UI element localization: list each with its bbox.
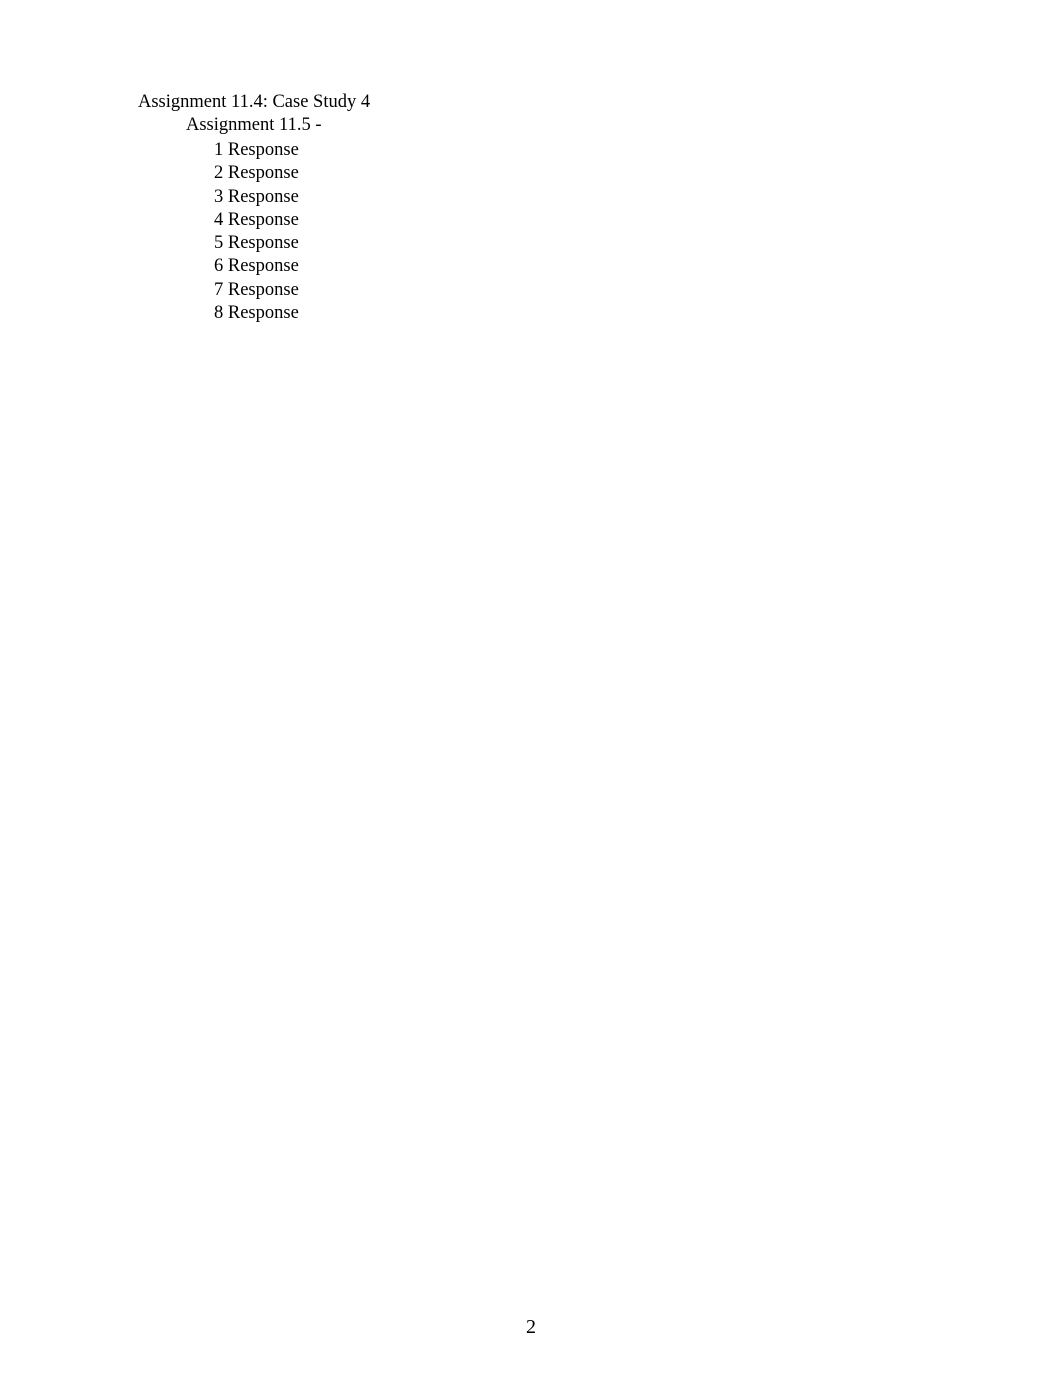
response-list: 1 Response 2 Response 3 Response 4 Respo…	[214, 139, 299, 325]
list-item: 8 Response	[214, 303, 299, 324]
page-number: 2	[526, 1316, 536, 1338]
outline-heading-case-study: Assignment 11.4: Case Study 4	[138, 92, 371, 112]
outline-subheading-assignment: Assignment 11.5 -	[186, 115, 322, 135]
list-item: 5 Response	[214, 233, 299, 254]
list-item: 1 Response	[214, 140, 299, 160]
list-item: 4 Response	[214, 209, 299, 230]
document-page: Assignment 11.4: Case Study 4 Assignment…	[0, 0, 1062, 1376]
list-item: 3 Response	[214, 186, 299, 207]
list-item: 7 Response	[214, 279, 299, 300]
list-item: 6 Response	[214, 256, 299, 277]
list-item: 2 Response	[214, 163, 299, 184]
